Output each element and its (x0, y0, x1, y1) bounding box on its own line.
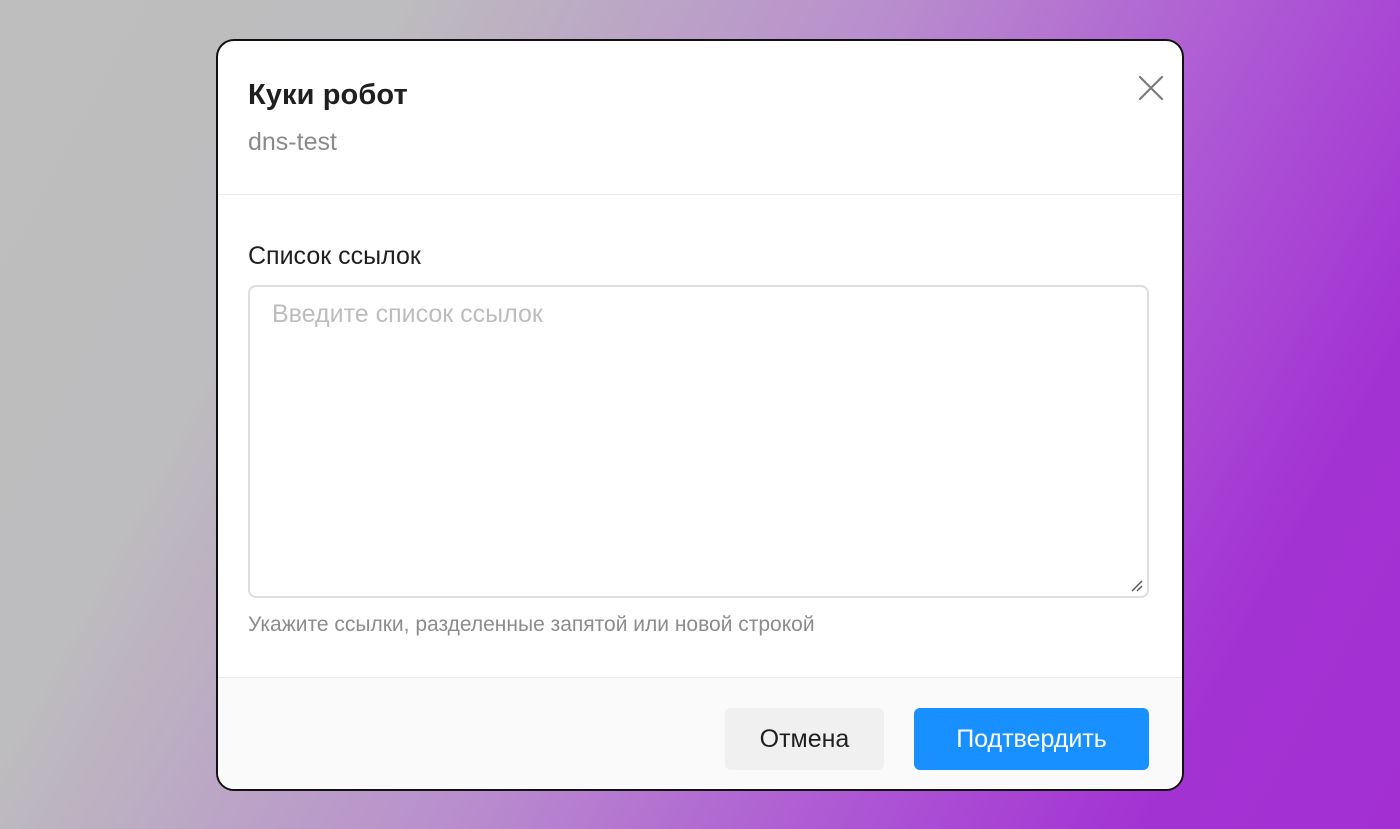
modal-title: Куки робот (248, 79, 408, 111)
modal-body: Список ссылок Укажите ссылки, разделенны… (218, 195, 1182, 681)
modal-subtitle: dns-test (248, 128, 337, 156)
close-button[interactable] (1136, 73, 1166, 103)
links-field-hint: Укажите ссылки, разделенные запятой или … (248, 613, 815, 636)
modal-footer: Отмена Подтвердить (218, 677, 1182, 789)
links-textarea-wrapper (248, 285, 1149, 598)
links-textarea[interactable] (248, 285, 1149, 598)
resize-handle-icon[interactable] (1129, 578, 1143, 592)
links-field-label: Список ссылок (248, 242, 421, 270)
cancel-button[interactable]: Отмена (725, 708, 884, 770)
links-modal: Куки робот dns-test Список ссылок Укажит… (216, 39, 1184, 791)
close-icon (1138, 75, 1164, 101)
modal-header: Куки робот dns-test (218, 41, 1182, 195)
confirm-button[interactable]: Подтвердить (914, 708, 1149, 770)
